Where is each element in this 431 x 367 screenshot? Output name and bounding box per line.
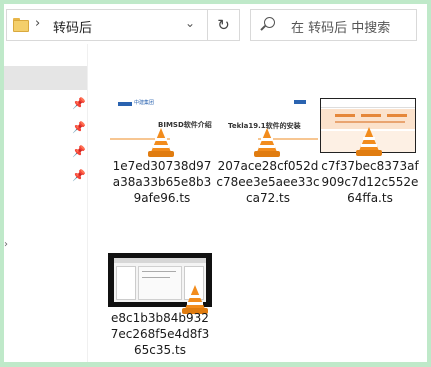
- vlc-cone-icon: [148, 128, 174, 158]
- address-bar[interactable]: › 转码后 ⌄: [6, 9, 240, 41]
- logo-mark: [118, 102, 132, 106]
- logo-mark: [294, 100, 306, 104]
- search-box[interactable]: 在 转码后 中搜索: [250, 9, 417, 41]
- refresh-button[interactable]: ↻: [207, 9, 240, 41]
- folder-icon: [13, 18, 29, 32]
- chevron-down-icon[interactable]: ⌄: [185, 16, 195, 30]
- breadcrumb-current-folder[interactable]: 转码后: [53, 17, 92, 36]
- pane-divider[interactable]: [87, 44, 88, 362]
- vlc-cone-icon: [356, 127, 382, 157]
- pin-icon[interactable]: 📌: [72, 98, 86, 110]
- search-input[interactable]: 在 转码后 中搜索: [291, 17, 390, 36]
- vlc-cone-icon: [254, 128, 280, 158]
- file-name: 207ace28cf052dc78ee3e5aee33cca72.ts: [216, 159, 320, 205]
- refresh-icon: ↻: [217, 16, 230, 34]
- nav-expand-marker[interactable]: ›: [4, 239, 8, 250]
- search-icon: [264, 17, 275, 28]
- thumbnail-logo-text: 中建集团: [134, 100, 155, 106]
- pin-icon[interactable]: 📌: [72, 170, 86, 182]
- file-name: e8c1b3b84b9327ec268f5e4d8f365c35.ts: [110, 311, 210, 357]
- explorer-window: › 转码后 ⌄ ↻ 在 转码后 中搜索 📌 📌 📌 📌 › 中建集团 BIMSD…: [4, 4, 427, 362]
- pin-icon[interactable]: 📌: [72, 146, 86, 158]
- file-name: c7f37bec8373af909c7d12c552e64ffa.ts: [321, 159, 419, 205]
- pin-icon[interactable]: 📌: [72, 122, 86, 134]
- nav-item-selected[interactable]: [4, 66, 87, 90]
- file-name: 1e7ed30738d97a38a33b65e8b39afe96.ts: [112, 159, 212, 205]
- chevron-right-icon[interactable]: ›: [35, 16, 40, 31]
